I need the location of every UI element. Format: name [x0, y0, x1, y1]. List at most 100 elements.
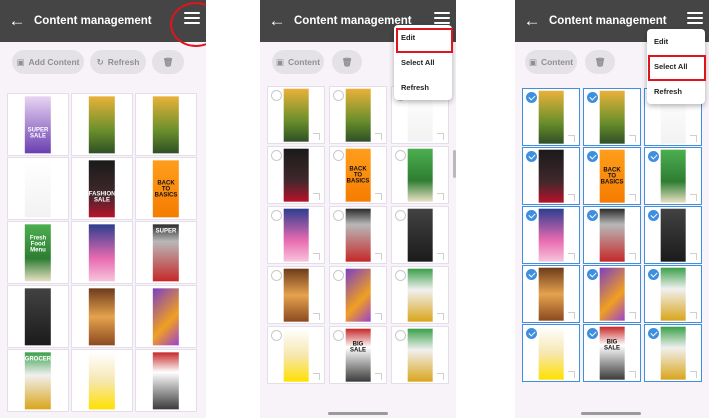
expand-icon[interactable]: [690, 253, 697, 260]
back-arrow-icon[interactable]: ←: [515, 0, 549, 42]
checked-circle-icon[interactable]: [526, 210, 537, 221]
checkbox-circle[interactable]: [395, 270, 406, 281]
checked-circle-icon[interactable]: [587, 328, 598, 339]
checked-circle-icon[interactable]: [648, 210, 659, 221]
expand-icon[interactable]: [690, 194, 697, 201]
grid-item[interactable]: [644, 206, 702, 264]
grid-item[interactable]: [644, 324, 702, 382]
expand-icon[interactable]: [690, 135, 697, 142]
grid-item[interactable]: [329, 266, 387, 324]
grid-item[interactable]: [583, 206, 641, 264]
grid-item[interactable]: [71, 285, 133, 348]
expand-icon[interactable]: [313, 133, 320, 140]
expand-icon[interactable]: [568, 312, 575, 319]
grid-item[interactable]: [391, 266, 449, 324]
expand-icon[interactable]: [629, 312, 636, 319]
grid-item[interactable]: [267, 326, 325, 384]
checked-circle-icon[interactable]: [587, 92, 598, 103]
checkbox-circle[interactable]: [333, 150, 344, 161]
expand-icon[interactable]: [375, 193, 382, 200]
expand-icon[interactable]: [629, 253, 636, 260]
expand-icon[interactable]: [437, 193, 444, 200]
grid-item[interactable]: [71, 93, 133, 156]
content-button[interactable]: ▣ Content: [272, 50, 324, 74]
checked-circle-icon[interactable]: [648, 269, 659, 280]
hamburger-menu-icon[interactable]: [687, 12, 703, 26]
expand-icon[interactable]: [690, 371, 697, 378]
checked-circle-icon[interactable]: [587, 151, 598, 162]
expand-icon[interactable]: [568, 135, 575, 142]
expand-icon[interactable]: [437, 313, 444, 320]
grid-item[interactable]: [522, 147, 580, 205]
checked-circle-icon[interactable]: [526, 151, 537, 162]
checked-circle-icon[interactable]: [526, 328, 537, 339]
grid-item[interactable]: [267, 146, 325, 204]
checkbox-circle[interactable]: [333, 270, 344, 281]
grid-item[interactable]: SUPER SALE: [7, 93, 69, 156]
checkbox-circle[interactable]: [271, 330, 282, 341]
grid-item[interactable]: [391, 326, 449, 384]
delete-button[interactable]: 🗑: [332, 50, 362, 74]
back-arrow-icon[interactable]: ←: [0, 0, 34, 42]
expand-icon[interactable]: [375, 373, 382, 380]
expand-icon[interactable]: [629, 194, 636, 201]
expand-icon[interactable]: [313, 313, 320, 320]
menu-item-edit[interactable]: Edit: [647, 29, 705, 54]
grid-item[interactable]: [644, 265, 702, 323]
hamburger-menu-icon[interactable]: [434, 12, 450, 26]
checkbox-circle[interactable]: [333, 330, 344, 341]
grid-item[interactable]: GROCERY: [7, 349, 69, 412]
grid-item[interactable]: [135, 285, 197, 348]
checked-circle-icon[interactable]: [526, 92, 537, 103]
expand-icon[interactable]: [313, 253, 320, 260]
checked-circle-icon[interactable]: [526, 269, 537, 280]
checked-circle-icon[interactable]: [648, 151, 659, 162]
expand-icon[interactable]: [375, 253, 382, 260]
grid-item[interactable]: [135, 93, 197, 156]
checkbox-circle[interactable]: [271, 90, 282, 101]
grid-item[interactable]: [391, 206, 449, 264]
checkbox-circle[interactable]: [395, 150, 406, 161]
grid-item[interactable]: [583, 88, 641, 146]
grid-item[interactable]: [71, 349, 133, 412]
grid-item[interactable]: [7, 157, 69, 220]
grid-item[interactable]: [391, 146, 449, 204]
scrollbar[interactable]: [453, 150, 456, 178]
grid-item[interactable]: [267, 266, 325, 324]
expand-icon[interactable]: [313, 193, 320, 200]
expand-icon[interactable]: [690, 312, 697, 319]
grid-item[interactable]: BIG SALE: [583, 324, 641, 382]
expand-icon[interactable]: [375, 133, 382, 140]
expand-icon[interactable]: [437, 373, 444, 380]
grid-item[interactable]: [329, 86, 387, 144]
checkbox-circle[interactable]: [395, 210, 406, 221]
grid-item[interactable]: [7, 285, 69, 348]
expand-icon[interactable]: [437, 253, 444, 260]
expand-icon[interactable]: [568, 194, 575, 201]
grid-item[interactable]: [135, 349, 197, 412]
menu-item-refresh[interactable]: Refresh: [647, 79, 705, 104]
grid-item[interactable]: [522, 206, 580, 264]
menu-item-refresh[interactable]: Refresh: [394, 75, 452, 100]
grid-item[interactable]: [267, 86, 325, 144]
checkbox-circle[interactable]: [271, 150, 282, 161]
expand-icon[interactable]: [568, 253, 575, 260]
expand-icon[interactable]: [313, 373, 320, 380]
grid-item[interactable]: [522, 324, 580, 382]
grid-item[interactable]: [583, 265, 641, 323]
content-button[interactable]: ▣ Content: [525, 50, 577, 74]
grid-item[interactable]: [644, 147, 702, 205]
expand-icon[interactable]: [629, 135, 636, 142]
back-arrow-icon[interactable]: ←: [260, 0, 294, 42]
grid-item[interactable]: [522, 265, 580, 323]
refresh-button[interactable]: ↻ Refresh: [90, 50, 146, 74]
grid-item[interactable]: [329, 206, 387, 264]
checked-circle-icon[interactable]: [587, 210, 598, 221]
checkbox-circle[interactable]: [271, 210, 282, 221]
checkbox-circle[interactable]: [395, 330, 406, 341]
expand-icon[interactable]: [375, 313, 382, 320]
grid-item[interactable]: BIG SALE: [329, 326, 387, 384]
grid-item[interactable]: BACK TO BASICS: [329, 146, 387, 204]
grid-item[interactable]: BACK TO BASICS: [135, 157, 197, 220]
grid-item[interactable]: [267, 206, 325, 264]
